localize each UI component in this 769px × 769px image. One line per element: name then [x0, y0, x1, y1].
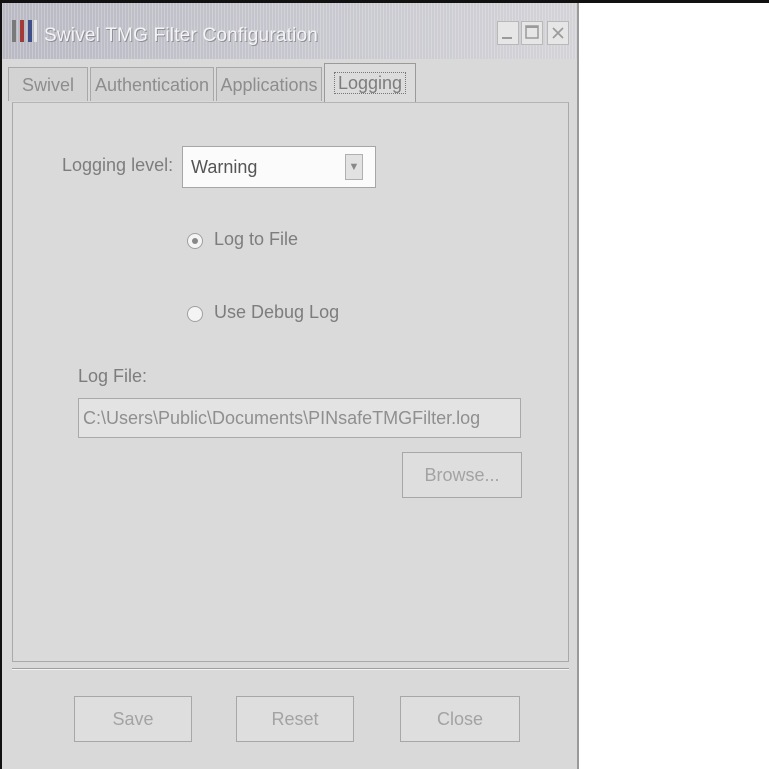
logging-level-value: Warning	[191, 157, 258, 177]
tab-strip: Swivel Authentication Applications Loggi…	[2, 61, 577, 103]
minimize-button[interactable]	[497, 21, 519, 45]
log-file-path-field[interactable]: C:\Users\Public\Documents\PINsafeTMGFilt…	[78, 398, 521, 438]
chevron-down-icon[interactable]: ▼	[345, 154, 363, 180]
window-title: Swivel TMG Filter Configuration	[44, 25, 319, 46]
config-window: Swivel TMG Filter Configuration Swivel A…	[2, 3, 579, 769]
tab-label: Logging	[333, 72, 407, 94]
tab-applications[interactable]: Applications	[216, 67, 322, 101]
minimize-icon	[502, 37, 512, 39]
browse-button[interactable]: Browse...	[402, 452, 522, 498]
tab-label: Authentication	[94, 75, 210, 95]
tab-logging[interactable]: Logging	[324, 63, 416, 103]
logging-level-label: Logging level:	[62, 155, 174, 175]
tab-label: Applications	[220, 75, 318, 95]
swivel-logo-icon	[12, 20, 37, 42]
log-to-file-radio[interactable]	[187, 233, 203, 249]
reset-button[interactable]: Reset	[236, 696, 354, 742]
maximize-button[interactable]	[521, 21, 543, 45]
tab-label: Swivel	[21, 75, 74, 95]
logging-level-select[interactable]: Warning ▼	[182, 146, 376, 188]
log-file-label: Log File:	[78, 366, 148, 386]
log-file-path-value: C:\Users\Public\Documents\PINsafeTMGFilt…	[83, 408, 481, 428]
title-bar[interactable]: Swivel TMG Filter Configuration	[2, 3, 577, 59]
close-button[interactable]: Close	[400, 696, 520, 742]
use-debug-log-radio[interactable]	[187, 306, 203, 322]
save-button[interactable]: Save	[74, 696, 192, 742]
maximize-icon	[525, 25, 539, 39]
close-window-button[interactable]	[547, 21, 569, 45]
tab-authentication[interactable]: Authentication	[90, 67, 214, 101]
close-icon	[552, 27, 564, 39]
tab-swivel[interactable]: Swivel	[8, 67, 88, 101]
use-debug-log-label[interactable]: Use Debug Log	[214, 302, 339, 323]
log-to-file-label[interactable]: Log to File	[214, 229, 298, 250]
footer-divider	[12, 668, 569, 670]
